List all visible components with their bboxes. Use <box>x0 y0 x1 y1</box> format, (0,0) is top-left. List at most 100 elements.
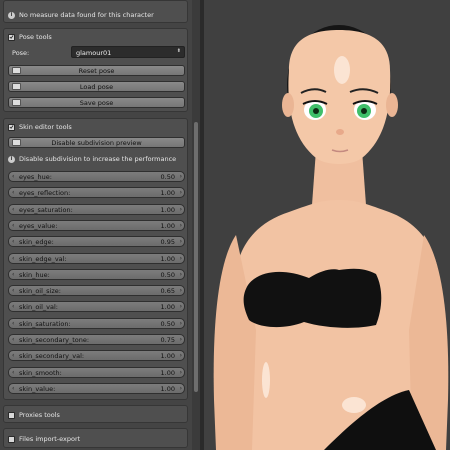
slider-skin-secondary-tone[interactable]: ‹ skin_secondary_tone: 0.75 › <box>8 334 185 345</box>
nose <box>336 129 344 135</box>
slider-skin-value[interactable]: ‹ skin_value: 1.00 › <box>8 382 185 394</box>
decrement-arrow-icon[interactable]: ‹ <box>12 271 14 279</box>
reset-pose-button[interactable]: Reset pose <box>8 65 185 76</box>
increment-arrow-icon[interactable]: › <box>180 173 182 181</box>
bra <box>243 268 382 328</box>
increment-arrow-icon[interactable]: › <box>180 255 182 263</box>
disable-subdivision-button[interactable]: Disable subdivision preview <box>8 137 185 148</box>
slider-value: 0.50 <box>160 173 175 181</box>
skin-editor-header[interactable]: Skin editor tools <box>8 121 72 133</box>
decrement-arrow-icon[interactable]: ‹ <box>12 206 14 214</box>
slider-eyes-saturation[interactable]: ‹ eyes_saturation: 1.00 › <box>8 203 185 215</box>
scrollbar-thumb[interactable] <box>194 122 198 392</box>
left-pupil <box>313 108 319 114</box>
slider-label: eyes_value: <box>19 221 58 230</box>
load-pose-button[interactable]: Load pose <box>8 81 185 92</box>
slider-value: 0.50 <box>160 319 175 328</box>
slider-value: 1.00 <box>160 368 175 377</box>
increment-arrow-icon[interactable]: › <box>180 369 182 377</box>
slider-label: skin_value: <box>19 384 56 393</box>
pose-tools-header[interactable]: Pose tools <box>8 31 52 43</box>
slider-label: skin_edge: <box>19 238 54 247</box>
slider-value: 1.00 <box>160 205 175 214</box>
pose-select-value: glamour01 <box>76 49 112 57</box>
slider-label: skin_secondary_tone: <box>19 336 90 344</box>
increment-arrow-icon[interactable]: › <box>180 303 182 311</box>
proxies-tools-header[interactable]: Proxies tools <box>8 409 60 421</box>
increment-arrow-icon[interactable]: › <box>180 189 182 197</box>
increment-arrow-icon[interactable]: › <box>180 271 182 279</box>
increment-arrow-icon[interactable]: › <box>180 238 182 246</box>
info-icon: i <box>8 155 15 163</box>
increment-arrow-icon[interactable]: › <box>180 206 182 214</box>
increment-arrow-icon[interactable]: › <box>180 336 182 344</box>
subdivision-icon <box>12 139 21 146</box>
3d-viewport[interactable] <box>204 0 450 450</box>
face <box>288 30 391 164</box>
slider-value: 0.95 <box>160 238 175 247</box>
subdivision-info-row: i Disable subdivision to increase the pe… <box>8 153 176 165</box>
subdivision-info-text: Disable subdivision to increase the perf… <box>19 155 177 163</box>
slider-label: skin_oil_val: <box>19 303 58 312</box>
checkbox-icon[interactable] <box>8 33 15 41</box>
slider-eyes-hue[interactable]: ‹ eyes_hue: 0.50 › <box>8 171 185 182</box>
files-import-export-title: Files import-export <box>19 435 81 443</box>
hip-highlight <box>342 397 366 413</box>
files-import-export-box: Files import-export <box>3 428 188 448</box>
decrement-arrow-icon[interactable]: ‹ <box>12 173 14 181</box>
decrement-arrow-icon[interactable]: ‹ <box>12 303 14 311</box>
decrement-arrow-icon[interactable]: ‹ <box>12 352 14 360</box>
tool-panel: i No measure data found for this charact… <box>0 0 192 450</box>
pose-tools-box: Pose tools Pose: glamour01 ⬍ Reset pose … <box>3 28 188 112</box>
decrement-arrow-icon[interactable]: ‹ <box>12 189 14 197</box>
decrement-arrow-icon[interactable]: ‹ <box>12 287 14 295</box>
panel-scrollbar[interactable] <box>192 0 200 450</box>
notice-row: i No measure data found for this charact… <box>8 9 154 21</box>
left-ear <box>282 93 294 117</box>
increment-arrow-icon[interactable]: › <box>180 287 182 295</box>
increment-arrow-icon[interactable]: › <box>180 385 182 393</box>
slider-skin-oil-val[interactable]: ‹ skin_oil_val: 1.00 › <box>8 301 185 313</box>
increment-arrow-icon[interactable]: › <box>180 320 182 328</box>
save-pose-button[interactable]: Save pose <box>8 97 185 108</box>
skin-editor-box: Skin editor tools Disable subdivision pr… <box>3 118 188 400</box>
slider-value: 0.75 <box>160 336 175 344</box>
slider-skin-secondary-val[interactable]: ‹ skin_secondary_val: 1.00 › <box>8 350 185 362</box>
decrement-arrow-icon[interactable]: ‹ <box>12 255 14 263</box>
slider-skin-smooth[interactable]: ‹ skin_smooth: 1.00 › <box>8 366 185 378</box>
load-icon <box>12 83 21 90</box>
files-import-export-header[interactable]: Files import-export <box>8 433 80 445</box>
forehead-highlight <box>334 56 350 84</box>
select-arrows-icon: ⬍ <box>176 48 181 54</box>
slider-value: 1.00 <box>160 254 175 263</box>
pose-label: Pose: <box>12 49 30 57</box>
decrement-arrow-icon[interactable]: ‹ <box>12 222 14 230</box>
checkbox-icon[interactable] <box>8 411 15 419</box>
slider-eyes-reflection[interactable]: ‹ eyes_reflection: 1.00 › <box>8 187 185 199</box>
slider-skin-saturation[interactable]: ‹ skin_saturation: 0.50 › <box>8 317 185 329</box>
disable-subdivision-label: Disable subdivision preview <box>51 138 142 147</box>
proxies-tools-title: Proxies tools <box>19 411 60 419</box>
skin-editor-title: Skin editor tools <box>19 123 72 131</box>
slider-skin-oil-size[interactable]: ‹ skin_oil_size: 0.65 › <box>8 285 185 297</box>
slider-skin-edge[interactable]: ‹ skin_edge: 0.95 › <box>8 236 185 248</box>
decrement-arrow-icon[interactable]: ‹ <box>12 320 14 328</box>
decrement-arrow-icon[interactable]: ‹ <box>12 385 14 393</box>
slider-label: eyes_reflection: <box>19 189 71 198</box>
slider-label: skin_secondary_val: <box>19 352 85 361</box>
slider-skin-hue[interactable]: ‹ skin_hue: 0.50 › <box>8 268 185 280</box>
checkbox-icon[interactable] <box>8 435 15 443</box>
increment-arrow-icon[interactable]: › <box>180 222 182 230</box>
slider-skin-edge-val[interactable]: ‹ skin_edge_val: 1.00 › <box>8 252 185 264</box>
slider-label: eyes_saturation: <box>19 205 73 214</box>
pose-select[interactable]: glamour01 ⬍ <box>71 46 185 58</box>
decrement-arrow-icon[interactable]: ‹ <box>12 369 14 377</box>
slider-eyes-value[interactable]: ‹ eyes_value: 1.00 › <box>8 219 185 231</box>
right-pupil <box>361 108 367 114</box>
slider-value: 1.00 <box>160 384 175 393</box>
decrement-arrow-icon[interactable]: ‹ <box>12 336 14 344</box>
checkbox-icon[interactable] <box>8 123 15 131</box>
slider-label: eyes_hue: <box>19 173 52 181</box>
decrement-arrow-icon[interactable]: ‹ <box>12 238 14 246</box>
increment-arrow-icon[interactable]: › <box>180 352 182 360</box>
